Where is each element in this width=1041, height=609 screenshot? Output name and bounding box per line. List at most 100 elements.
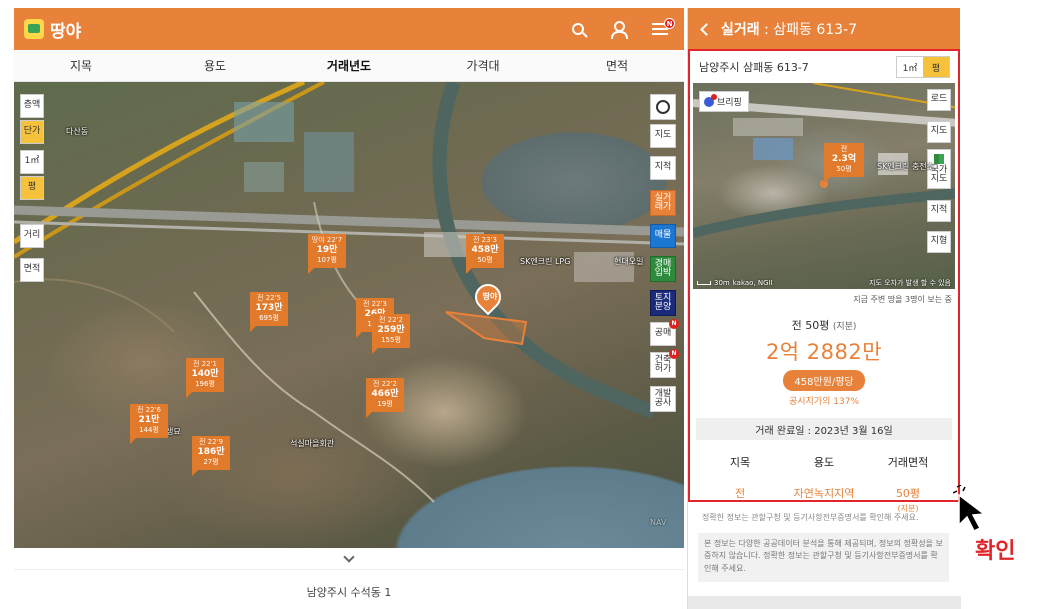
land-kind-text: 전 50평 — [791, 319, 830, 332]
map-caution: 지도 오차가 발생 할 수 있음 — [869, 278, 951, 287]
mini-river — [693, 188, 955, 238]
selected-parcel — [445, 311, 528, 346]
filter-area[interactable]: 면적 — [550, 57, 684, 74]
trade-pin[interactable]: 전 22'6 21만 144평 — [130, 404, 168, 444]
road-main — [14, 205, 684, 237]
place-label: 현대오일 — [614, 257, 644, 266]
mini-btn-terrain[interactable]: 지형 — [927, 231, 951, 253]
land-kind: 전 50평 (지분) — [690, 317, 958, 333]
pin-area: 155평 — [381, 336, 401, 344]
trade-detail-panel: 실거래 : 삼패동 613-7 남양주시 삼패동 613-7 1㎡ 평 브리핑 … — [687, 8, 961, 609]
pin-year: 전 22'3 — [363, 300, 387, 308]
notification-badge: N — [664, 18, 675, 29]
new-badge: N — [669, 319, 679, 329]
pin-area: 50평 — [477, 256, 493, 264]
col-trade-area: 거래면적 50평 (지분) — [866, 454, 950, 514]
screen: 땅야 N 지목 용도 거래년도 가격대 면적 층액 단가 1㎡ 평 거리 면적 … — [0, 0, 1041, 609]
pin-year: 전 22'2 — [379, 316, 403, 324]
mini-btn-cadastral[interactable]: 지적 — [927, 200, 951, 222]
right-btn-map[interactable]: 지도 — [650, 124, 676, 148]
mini-map-overlay — [693, 83, 955, 238]
right-btn-listing[interactable]: 매물 — [650, 224, 676, 248]
pin-area: 19평 — [377, 400, 393, 408]
mini-trade-pin[interactable]: 전 2.3억 50평 — [824, 143, 864, 183]
pin-area: 27평 — [203, 458, 219, 466]
bottom-address: 남양주시 수석동 1 — [306, 586, 392, 599]
mini-btn-map[interactable]: 지도 — [927, 121, 951, 143]
unit-pyeong-button[interactable]: 평 — [923, 57, 949, 77]
menu-icon[interactable]: N — [652, 18, 675, 35]
cursor-arrow-icon — [953, 485, 986, 533]
map-btn-pyeong[interactable]: 평 — [20, 176, 44, 200]
logo-text: 땅야 — [50, 21, 82, 42]
filter-land-category[interactable]: 지목 — [14, 57, 148, 74]
panel-title: 실거래 : 삼패동 613-7 — [721, 19, 857, 39]
right-btn-cadastral[interactable]: 지적 — [650, 156, 676, 180]
col-value: 자연녹지지역 — [793, 487, 855, 500]
new-badge: N — [669, 349, 679, 359]
mini-place-label: SK엔크린 충전소 — [877, 162, 935, 171]
hill-line — [14, 278, 175, 333]
map-btn-unit-price[interactable]: 단가 — [20, 120, 44, 144]
grid-icon — [934, 153, 944, 164]
pin-year: 전 22'6 — [137, 406, 161, 414]
right-btn-development[interactable]: 개발공사 — [650, 386, 676, 412]
nearby-viewers: 지금 주변 땅을 3명이 보는 중 — [853, 295, 952, 304]
map-expand-toggle[interactable] — [14, 548, 684, 570]
pin-price: 186만 — [197, 447, 225, 457]
trade-pin[interactable]: 땅야 22'7 19만 107평 — [308, 234, 346, 274]
building-block-1 — [234, 102, 294, 142]
place-label: 석실마을회관 — [290, 439, 335, 448]
map-btn-layer[interactable]: 층액 — [20, 94, 44, 118]
filter-trade-year[interactable]: 거래년도 — [282, 57, 416, 74]
trade-pin[interactable]: 전 22'2 466만 19평 — [366, 378, 404, 418]
mini-map-footer: 30m kakao, NGII 지도 오차가 발생 할 수 있음 — [693, 276, 955, 289]
mini-btn-road[interactable]: 로드 — [927, 89, 951, 111]
highlight-box: 남양주시 삼패동 613-7 1㎡ 평 브리핑 로드 지도 국가지도 지적 지형… — [688, 49, 960, 513]
completion-date: 거래 완료일 : 2023년 3월 16일 — [696, 418, 952, 440]
scale-bar: 30m kakao, NGII — [697, 279, 773, 287]
search-icon[interactable] — [572, 23, 584, 35]
official-price-ratio: 공시지가의 137% — [789, 397, 859, 407]
col-value: 전 — [734, 487, 746, 500]
trade-pin[interactable]: 전 22'5 173만 695평 — [250, 292, 288, 332]
filter-zoning[interactable]: 용도 — [148, 57, 282, 74]
user-icon[interactable] — [610, 21, 628, 39]
trade-pin[interactable]: 전 23'3 458만 50평 — [466, 234, 504, 274]
map-btn-sqm[interactable]: 1㎡ — [20, 150, 44, 174]
filter-price-range[interactable]: 가격대 — [416, 57, 550, 74]
map-btn-distance[interactable]: 거리 — [20, 224, 44, 248]
pin-area: 695평 — [259, 314, 279, 322]
pin-price: 140만 — [191, 369, 219, 379]
panel-title-main: 실거래 — [721, 22, 760, 38]
right-btn-building-permit[interactable]: 건축허가 N — [650, 349, 679, 378]
pin-year: 전 22'2 — [373, 380, 397, 388]
unit-sqm-button[interactable]: 1㎡ — [897, 57, 923, 77]
pin-price: 466만 — [371, 389, 399, 399]
trade-pin[interactable]: 전 22'9 186만 27평 — [192, 436, 230, 476]
col-header: 거래면적 — [887, 456, 929, 469]
back-arrow-icon[interactable] — [700, 22, 713, 36]
right-btn-land-sale[interactable]: 토지분양 — [650, 290, 676, 316]
right-btn-real-trade[interactable]: 실거래가 — [650, 190, 676, 216]
right-btn-public-sale[interactable]: 공매 N — [650, 319, 679, 346]
map-btn-area[interactable]: 면적 — [20, 258, 44, 282]
detail-mini-map[interactable]: 브리핑 로드 지도 국가지도 지적 지형 SK엔크린 충전소 전 2.3억 50… — [693, 83, 955, 289]
trade-pin[interactable]: 전 22'2 259만 155평 — [372, 314, 410, 354]
map-watermark: NAV — [650, 518, 667, 527]
price-per-pyeong-badge: 458만원/평당 — [783, 370, 865, 391]
satellite-map[interactable]: 층액 단가 1㎡ 평 거리 면적 지도 지적 실거래가 매물 경매입박 토지분양… — [14, 82, 684, 548]
trade-pin[interactable]: 전 22'1 140만 196평 — [186, 358, 224, 398]
briefing-button[interactable]: 브리핑 — [699, 91, 749, 112]
map-overlay — [14, 82, 684, 503]
footnote: 정확한 정보는 관할구청 및 등기사항전부증명서를 확인해 주세요. — [702, 513, 919, 522]
pin-price: 173만 — [255, 303, 283, 313]
col-zoning: 용도 자연녹지지역 — [782, 454, 866, 514]
top-actions: N — [572, 18, 675, 39]
location-button[interactable] — [650, 94, 676, 120]
right-btn-auction-imminent[interactable]: 경매입박 — [650, 256, 676, 282]
scale-label: 30m — [714, 278, 730, 287]
panel-bottom-bar — [688, 596, 961, 609]
logo[interactable]: 땅야 — [24, 17, 81, 42]
crosshair-icon — [656, 100, 670, 114]
